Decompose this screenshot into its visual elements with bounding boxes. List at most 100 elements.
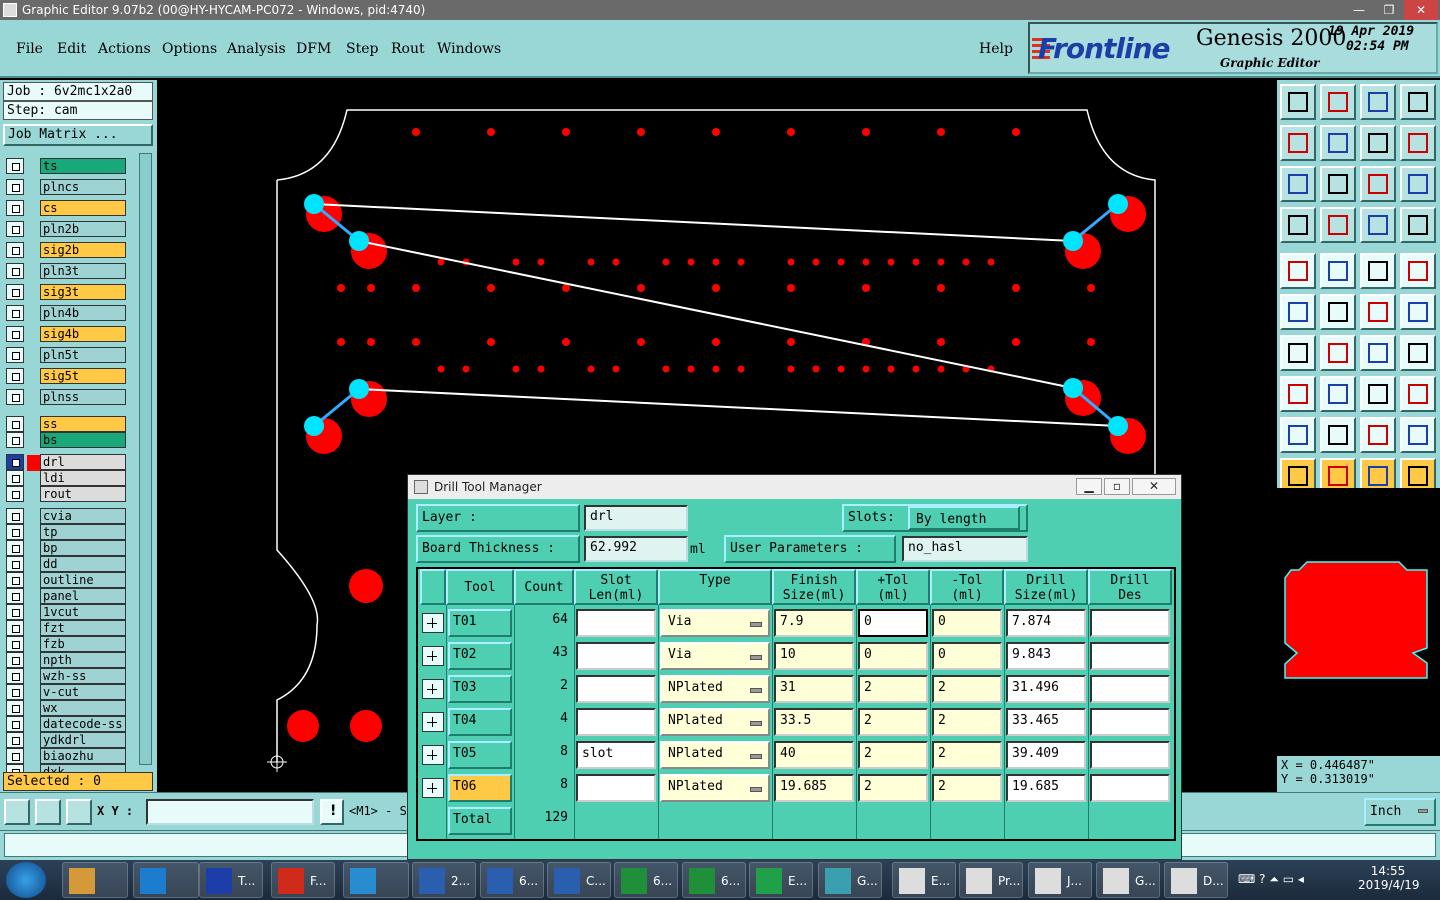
- menu-rout[interactable]: Rout: [391, 41, 425, 57]
- dialog-close-button[interactable]: ✕: [1132, 478, 1176, 495]
- layer-checkbox[interactable]: [6, 432, 24, 448]
- layer-name[interactable]: rout: [40, 486, 126, 502]
- drill-size-input[interactable]: 39.409: [1006, 741, 1086, 769]
- layer-row[interactable]: pln3t: [6, 263, 126, 279]
- layer-checkbox[interactable]: [6, 179, 24, 195]
- taskbar-item[interactable]: 6...: [480, 862, 544, 898]
- help-icon[interactable]: [1400, 166, 1436, 202]
- cross-icon[interactable]: [1320, 294, 1356, 330]
- layer-row[interactable]: panel: [6, 588, 126, 604]
- pen-icon[interactable]: [1280, 207, 1316, 243]
- tray-icons[interactable]: ⌨ ? ⏶ ▭ ◂: [1238, 872, 1304, 887]
- mesh-icon[interactable]: [1320, 207, 1356, 243]
- move-icon[interactable]: [1280, 376, 1316, 412]
- type-select[interactable]: Via: [660, 609, 770, 637]
- expand-row-button[interactable]: [422, 646, 444, 666]
- layer-checkbox[interactable]: [6, 200, 24, 216]
- layer-checkbox[interactable]: [6, 470, 24, 486]
- layer-row[interactable]: ss: [6, 416, 126, 432]
- drill-size-input[interactable]: 31.496: [1006, 675, 1086, 703]
- type-select[interactable]: Via: [660, 642, 770, 670]
- layer-row[interactable]: fzt: [6, 620, 126, 636]
- alert-icon[interactable]: !: [320, 799, 344, 825]
- start-button[interactable]: [6, 862, 46, 898]
- layer-row[interactable]: sig2b: [6, 242, 126, 258]
- drill-des-input[interactable]: [1090, 642, 1170, 670]
- menu-actions[interactable]: Actions: [98, 41, 151, 57]
- menu-help[interactable]: Help: [979, 41, 1013, 57]
- drill-des-input[interactable]: [1090, 741, 1170, 769]
- layer-name[interactable]: cvia: [40, 508, 126, 524]
- expand-row-button[interactable]: [422, 679, 444, 699]
- maximize-button[interactable]: ❐: [1374, 0, 1404, 20]
- layer-name[interactable]: ss: [40, 416, 126, 432]
- layer-name[interactable]: wzh-ss: [40, 668, 126, 684]
- layer-checkbox[interactable]: [6, 684, 24, 700]
- minimap[interactable]: [1277, 488, 1440, 756]
- menu-edit[interactable]: Edit: [57, 41, 86, 57]
- type-select[interactable]: NPlated: [660, 741, 770, 769]
- layer-row[interactable]: wzh-ss: [6, 668, 126, 684]
- line-icon[interactable]: [1320, 376, 1356, 412]
- minus-tol-input[interactable]: 0: [932, 609, 1002, 637]
- undo-icon[interactable]: [1360, 125, 1396, 161]
- layer-checkbox[interactable]: [6, 668, 24, 684]
- menu-step[interactable]: Step: [346, 41, 378, 57]
- layer-name[interactable]: datecode-ss: [40, 716, 126, 732]
- layer-name[interactable]: 1vcut: [40, 604, 126, 620]
- layer-input[interactable]: drl: [584, 505, 688, 531]
- layer-name[interactable]: npth: [40, 652, 126, 668]
- drill-size-input[interactable]: 19.685: [1006, 774, 1086, 802]
- shape-icon[interactable]: [1400, 376, 1436, 412]
- layer-row[interactable]: tp: [6, 524, 126, 540]
- taskbar-item[interactable]: 2...: [412, 862, 476, 898]
- layer-checkbox[interactable]: [6, 368, 24, 384]
- layer-name[interactable]: drl: [27, 454, 126, 471]
- layer-checkbox[interactable]: [6, 347, 24, 363]
- layer-scrollbar[interactable]: [139, 153, 152, 765]
- tri4-icon[interactable]: [1400, 417, 1436, 453]
- layer-checkbox[interactable]: [6, 620, 24, 636]
- xy-input[interactable]: [146, 799, 314, 825]
- layer-name[interactable]: cs: [40, 200, 126, 216]
- layer-row[interactable]: bs: [6, 432, 126, 448]
- tool-button[interactable]: T03: [448, 675, 512, 703]
- dialog-minimize-button[interactable]: ▁: [1076, 478, 1102, 495]
- layer-row[interactable]: biaozhu: [6, 748, 126, 764]
- thickness-input[interactable]: 62.992: [584, 536, 688, 562]
- plus-tol-input[interactable]: 2: [858, 774, 928, 802]
- layer-row[interactable]: dd: [6, 556, 126, 572]
- drill-des-input[interactable]: [1090, 774, 1170, 802]
- menu-file[interactable]: File: [16, 41, 43, 57]
- menu-dfm[interactable]: DFM: [296, 41, 331, 57]
- layer-row[interactable]: datecode-ss: [6, 716, 126, 732]
- arc-icon[interactable]: [1360, 335, 1396, 371]
- tool-button[interactable]: T02: [448, 642, 512, 670]
- layer-row[interactable]: rout: [6, 486, 126, 502]
- taskbar-item[interactable]: J...: [1028, 862, 1092, 898]
- taskbar-item[interactable]: 6...: [682, 862, 746, 898]
- slant-icon[interactable]: [1280, 335, 1316, 371]
- minus-tol-input[interactable]: 2: [932, 741, 1002, 769]
- plus-tol-input[interactable]: 0: [858, 609, 928, 637]
- layer-row[interactable]: drl: [6, 454, 126, 471]
- drill-a-icon[interactable]: [1360, 207, 1396, 243]
- units-select[interactable]: Inch: [1364, 798, 1436, 826]
- drill-size-input[interactable]: 7.874: [1006, 609, 1086, 637]
- drill-des-input[interactable]: [1090, 708, 1170, 736]
- slot-length-input[interactable]: [576, 642, 656, 670]
- layer-name[interactable]: v-cut: [40, 684, 126, 700]
- layer-checkbox[interactable]: [6, 454, 24, 470]
- slot-length-input[interactable]: [576, 609, 656, 637]
- slot-length-input[interactable]: [576, 774, 656, 802]
- layer-checkbox[interactable]: [6, 263, 24, 279]
- layer-name[interactable]: plncs: [40, 179, 126, 195]
- taskbar-item[interactable]: Pr...: [959, 862, 1023, 898]
- taskbar-item[interactable]: D...: [1164, 862, 1228, 898]
- finish-size-input[interactable]: 7.9: [774, 609, 854, 637]
- taskbar-item[interactable]: [133, 862, 199, 898]
- box-icon[interactable]: [1360, 376, 1396, 412]
- minus-tol-input[interactable]: 2: [932, 708, 1002, 736]
- slot-length-input[interactable]: slot: [576, 741, 656, 769]
- finish-size-input[interactable]: 33.5: [774, 708, 854, 736]
